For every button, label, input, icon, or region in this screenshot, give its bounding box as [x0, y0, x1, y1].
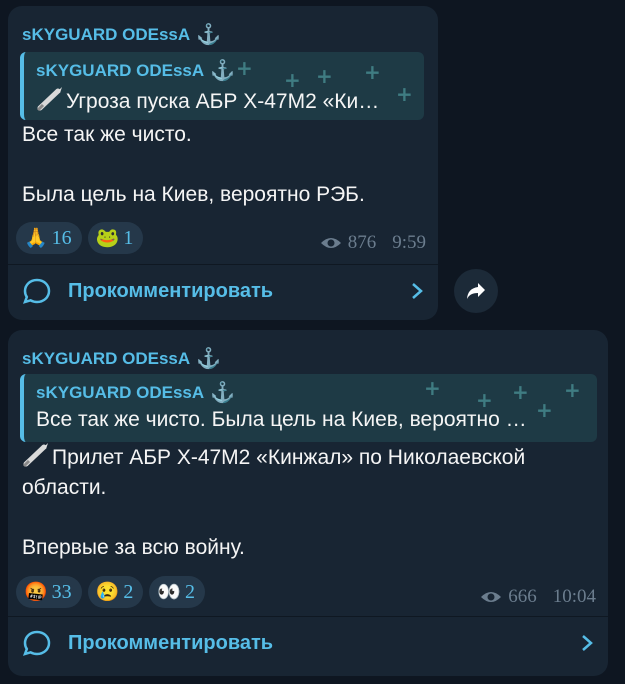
frog-heart-icon: 🐸	[95, 227, 120, 249]
reactions-bar: 🤬 33 😢 2 👀 2	[16, 576, 206, 608]
decoration-plus-icon: +	[236, 56, 253, 80]
anchor-icon: ⚓	[210, 60, 236, 82]
message-time: 10:04	[552, 586, 596, 607]
message-text: Все так же чисто. Была цель на Киев, вер…	[22, 123, 365, 206]
decoration-plus-icon: +	[364, 60, 381, 84]
missile-icon	[22, 443, 48, 468]
view-count: 666	[508, 586, 537, 607]
message-bubble[interactable]: sKYGUARD ODEssA ⚓ + + + + + sKYGUARD ODE…	[8, 6, 438, 320]
reaction-count: 2	[185, 580, 196, 603]
author-name[interactable]: sKYGUARD ODEssA	[22, 25, 190, 45]
share-button[interactable]	[454, 269, 498, 313]
message-text-line: Прилет АБР Х-47М2 «Кинжал» по Николаевск…	[22, 446, 526, 499]
cursing-face-icon: 🤬	[24, 581, 48, 603]
reply-author-name: sKYGUARD ODEssA	[36, 60, 205, 80]
message-meta: 666 10:04	[480, 586, 596, 608]
crying-face-icon: 😢	[95, 581, 120, 603]
reply-text-content: Угроза пуска АБР Х-47М2 «Ки…	[66, 90, 380, 113]
decoration-plus-icon: +	[564, 378, 581, 402]
reaction-button[interactable]: 🙏 16	[16, 222, 82, 254]
reaction-button[interactable]: 🐸 1	[87, 222, 144, 254]
message-time: 9:59	[392, 232, 426, 253]
ghost-eyes-icon: 👀	[157, 581, 182, 603]
reply-author-name: sKYGUARD ODEssA	[36, 382, 205, 402]
reply-author: sKYGUARD ODEssA ⚓	[36, 58, 235, 83]
reaction-count: 33	[51, 580, 72, 603]
reply-text: Все так же чисто. Была цель на Киев, вер…	[36, 408, 527, 431]
reaction-button[interactable]: 🤬 33	[16, 576, 82, 608]
reply-quote[interactable]: + + + + + sKYGUARD ODEssA ⚓ Угроза пуска…	[20, 52, 424, 120]
comment-button[interactable]: Прокомментировать	[8, 617, 608, 669]
eye-icon	[481, 592, 502, 602]
decoration-plus-icon: +	[316, 64, 333, 88]
reaction-count: 16	[51, 226, 72, 249]
chevron-right-icon	[582, 635, 593, 651]
message-author[interactable]: sKYGUARD ODEssA ⚓	[22, 346, 221, 371]
anchor-icon: ⚓	[196, 348, 222, 370]
comment-label: Прокомментировать	[68, 631, 274, 654]
eye-icon	[320, 238, 341, 248]
decoration-plus-icon: +	[512, 380, 529, 404]
comment-bubble-icon	[22, 278, 51, 304]
view-count: 876	[347, 232, 377, 253]
comment-button[interactable]: Прокомментировать	[8, 265, 438, 317]
reply-quote[interactable]: + + + + + sKYGUARD ODEssA ⚓ Все так же ч…	[20, 374, 597, 442]
reply-author: sKYGUARD ODEssA ⚓	[36, 380, 235, 405]
reaction-button[interactable]: 😢 2	[87, 576, 144, 608]
reply-text: Угроза пуска АБР Х-47М2 «Ки…	[36, 86, 414, 114]
reaction-button[interactable]: 👀 2	[149, 576, 206, 608]
reaction-count: 2	[123, 580, 134, 603]
comment-label: Прокомментировать	[68, 279, 274, 302]
anchor-icon: ⚓	[210, 382, 236, 404]
decoration-plus-icon: +	[424, 376, 441, 400]
reactions-bar: 🙏 16 🐸 1	[16, 222, 144, 254]
author-name[interactable]: sKYGUARD ODEssA	[22, 349, 190, 369]
message-text: Прилет АБР Х-47М2 «Кинжал» по Николаевск…	[22, 442, 592, 563]
message-text-rest: Впервые за всю войну.	[22, 536, 245, 559]
reaction-count: 1	[123, 226, 134, 249]
message-author[interactable]: sKYGUARD ODEssA ⚓	[22, 22, 221, 47]
praying-hands-icon: 🙏	[24, 227, 48, 249]
message-meta: 876 9:59	[320, 232, 426, 254]
anchor-icon: ⚓	[196, 24, 222, 46]
message-bubble[interactable]: sKYGUARD ODEssA ⚓ + + + + + sKYGUARD ODE…	[8, 330, 608, 676]
comment-bubble-icon	[22, 630, 51, 656]
missile-icon	[36, 87, 62, 112]
chevron-right-icon	[412, 283, 423, 299]
share-arrow-icon	[467, 283, 485, 299]
